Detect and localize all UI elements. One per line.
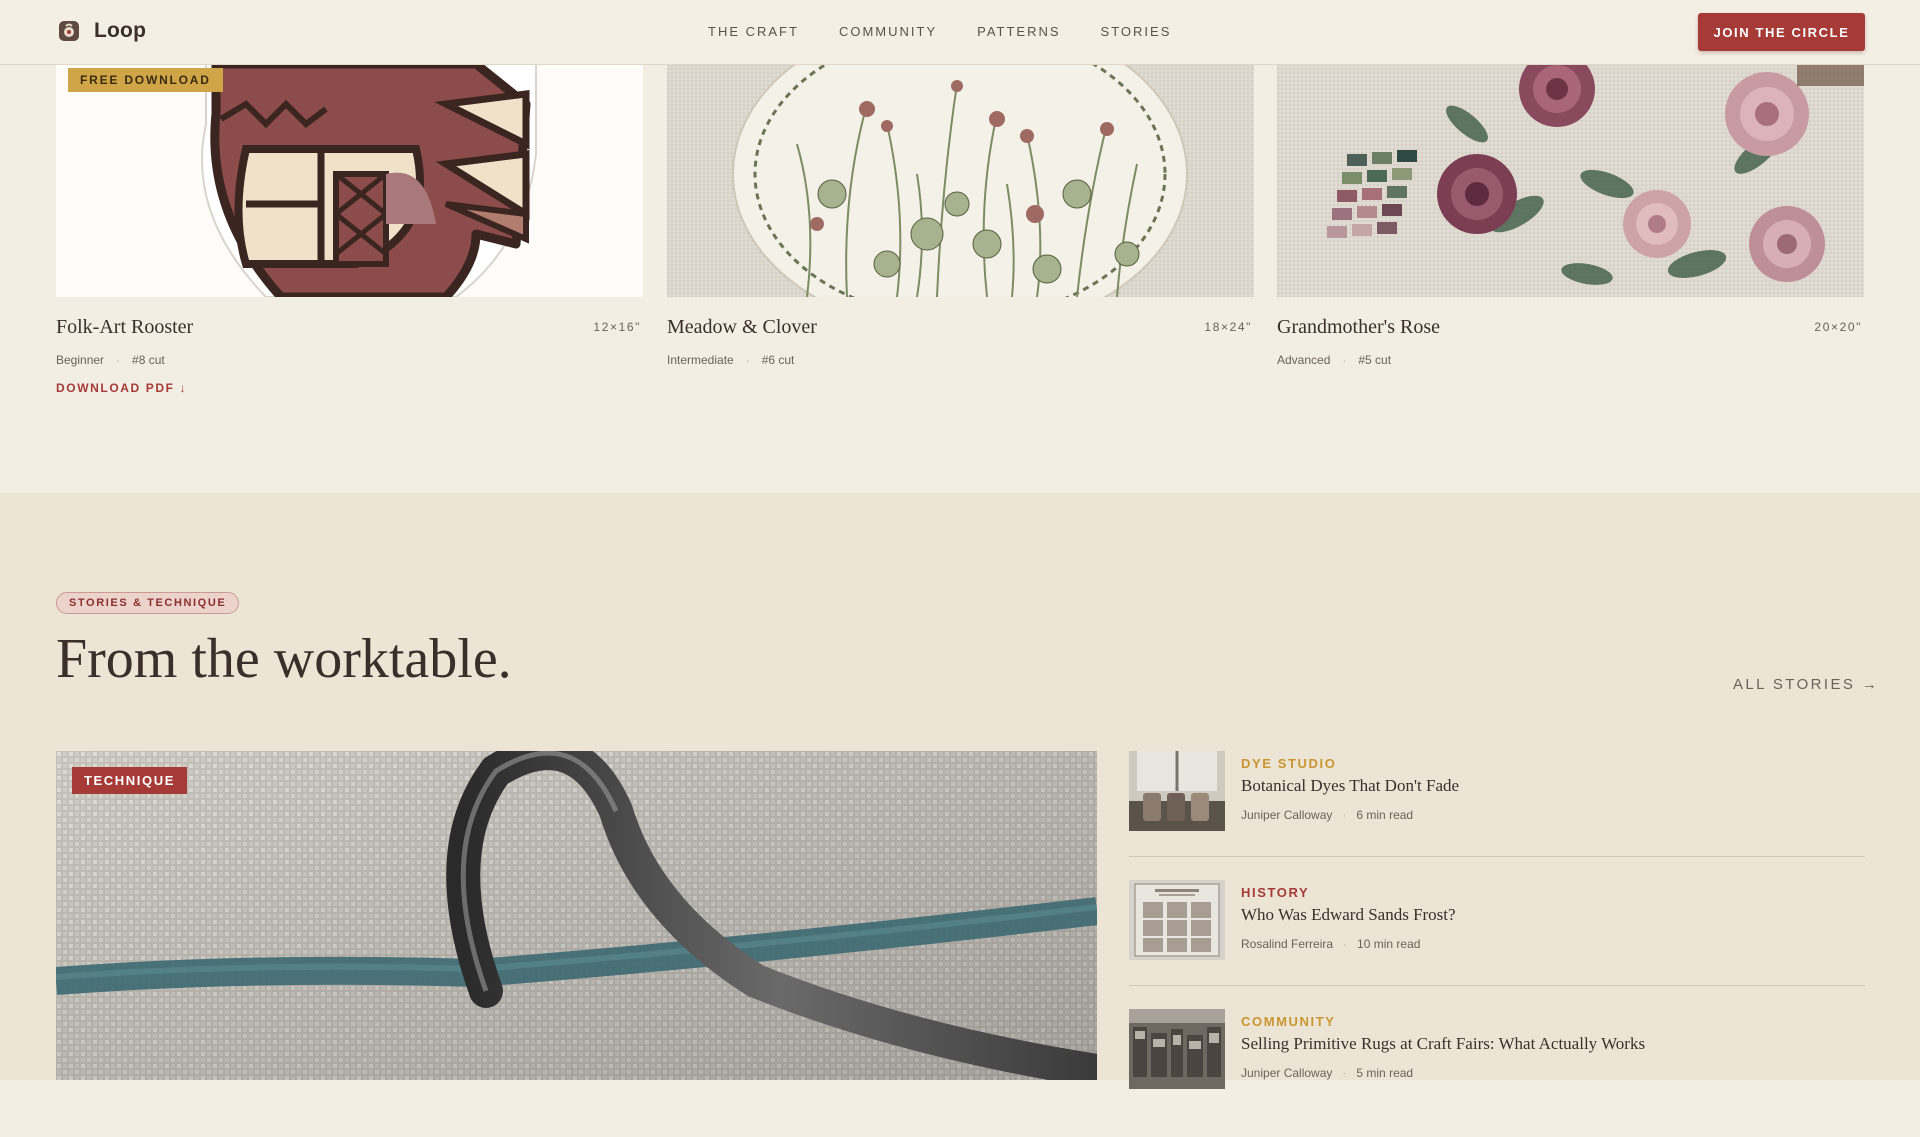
divider bbox=[1129, 985, 1865, 986]
story-thumbnail[interactable] bbox=[1129, 1009, 1225, 1089]
story-title[interactable]: Who Was Edward Sands Frost? bbox=[1241, 905, 1456, 925]
story-meta: Juniper Calloway · 5 min read bbox=[1241, 1066, 1413, 1080]
story-item[interactable]: DYE STUDIO Botanical Dyes That Don't Fad… bbox=[1129, 751, 1865, 879]
main-nav: THE CRAFT COMMUNITY PATTERNS STORIES bbox=[708, 24, 1171, 39]
story-author: Juniper Calloway bbox=[1241, 1066, 1333, 1080]
featured-story-image[interactable]: TECHNIQUE bbox=[56, 751, 1097, 1080]
divider bbox=[1129, 856, 1865, 857]
story-item[interactable]: HISTORY Who Was Edward Sands Frost? Rosa… bbox=[1129, 880, 1865, 1008]
story-category: COMMUNITY bbox=[1241, 1014, 1336, 1029]
meadow-pattern-image[interactable] bbox=[667, 64, 1254, 297]
story-category: HISTORY bbox=[1241, 885, 1310, 900]
pattern-level: Advanced bbox=[1277, 353, 1331, 367]
technique-badge: TECHNIQUE bbox=[72, 767, 187, 794]
pattern-card-rose[interactable]: Grandmother's Rose 20×20" Advanced · #5 … bbox=[1277, 64, 1864, 367]
pattern-title[interactable]: Meadow & Clover bbox=[667, 316, 817, 339]
pattern-meta: Beginner · #8 cut bbox=[56, 353, 165, 367]
nav-the-craft[interactable]: THE CRAFT bbox=[708, 24, 799, 39]
meta-separator: · bbox=[116, 353, 121, 367]
pattern-size: 12×16" bbox=[593, 320, 641, 334]
pattern-size: 18×24" bbox=[1204, 320, 1252, 334]
story-read-time: 6 min read bbox=[1356, 808, 1414, 822]
rose-pattern-image[interactable] bbox=[1277, 64, 1864, 297]
meta-separator: · bbox=[1342, 808, 1347, 822]
pattern-size: 20×20" bbox=[1814, 320, 1862, 334]
story-author: Juniper Calloway bbox=[1241, 808, 1333, 822]
download-pdf-link[interactable]: DOWNLOAD PDF ↓ bbox=[56, 381, 187, 395]
nav-patterns[interactable]: PATTERNS bbox=[977, 24, 1060, 39]
story-author: Rosalind Ferreira bbox=[1241, 937, 1334, 951]
hook-logo-icon bbox=[59, 21, 79, 41]
pattern-level: Beginner bbox=[56, 353, 105, 367]
brand-logo[interactable]: Loop bbox=[58, 19, 146, 43]
pattern-meta: Advanced · #5 cut bbox=[1277, 353, 1391, 367]
meta-separator: · bbox=[745, 353, 750, 367]
story-category: DYE STUDIO bbox=[1241, 756, 1337, 771]
story-read-time: 10 min read bbox=[1357, 937, 1421, 951]
meta-separator: · bbox=[1343, 937, 1348, 951]
pattern-cut: #8 cut bbox=[132, 353, 165, 367]
pattern-cut: #6 cut bbox=[761, 353, 795, 367]
pattern-title[interactable]: Folk-Art Rooster bbox=[56, 316, 193, 339]
pattern-card-rooster[interactable]: FREE DOWNLOAD Folk-Art Rooster 12×16" Be… bbox=[56, 64, 643, 395]
pattern-card-meadow[interactable]: Meadow & Clover 18×24" Intermediate · #6… bbox=[667, 64, 1254, 367]
site-header: Loop THE CRAFT COMMUNITY PATTERNS STORIE… bbox=[0, 0, 1920, 65]
story-meta: Rosalind Ferreira · 10 min read bbox=[1241, 937, 1420, 951]
pattern-level: Intermediate bbox=[667, 353, 734, 367]
pattern-cut: #5 cut bbox=[1358, 353, 1392, 367]
nav-community[interactable]: COMMUNITY bbox=[839, 24, 937, 39]
story-thumbnail[interactable] bbox=[1129, 751, 1225, 831]
story-meta: Juniper Calloway · 6 min read bbox=[1241, 808, 1413, 822]
free-download-badge: FREE DOWNLOAD bbox=[68, 68, 223, 92]
story-thumbnail[interactable] bbox=[1129, 880, 1225, 960]
join-the-circle-button[interactable]: JOIN THE CIRCLE bbox=[1698, 13, 1865, 51]
rooster-pattern-image[interactable]: FREE DOWNLOAD bbox=[56, 64, 643, 297]
story-title[interactable]: Selling Primitive Rugs at Craft Fairs: W… bbox=[1241, 1034, 1645, 1054]
pattern-title[interactable]: Grandmother's Rose bbox=[1277, 316, 1440, 339]
meta-separator: · bbox=[1342, 1066, 1347, 1080]
all-stories-link[interactable]: ALL STORIES → bbox=[1733, 676, 1879, 693]
pattern-cards-section: FREE DOWNLOAD Folk-Art Rooster 12×16" Be… bbox=[0, 64, 1920, 493]
stories-section: STORIES & TECHNIQUE From the worktable. … bbox=[0, 493, 1920, 1089]
story-read-time: 5 min read bbox=[1356, 1066, 1414, 1080]
meta-separator: · bbox=[1342, 353, 1347, 367]
brand-name: Loop bbox=[94, 19, 147, 42]
nav-stories[interactable]: STORIES bbox=[1101, 24, 1172, 39]
story-item[interactable]: COMMUNITY Selling Primitive Rugs at Craf… bbox=[1129, 1009, 1865, 1137]
story-title[interactable]: Botanical Dyes That Don't Fade bbox=[1241, 776, 1459, 796]
pattern-meta: Intermediate · #6 cut bbox=[667, 353, 794, 367]
section-eyebrow-pill: STORIES & TECHNIQUE bbox=[56, 592, 240, 614]
section-title: From the worktable. bbox=[56, 628, 512, 690]
